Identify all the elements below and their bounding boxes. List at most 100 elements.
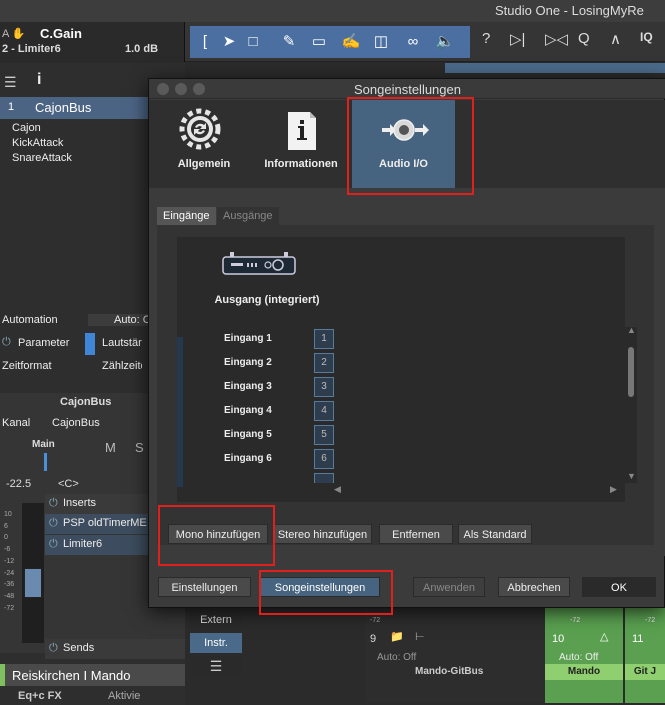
kanal-label: Kanal bbox=[2, 417, 31, 429]
input-channel-box[interactable]: 3 bbox=[314, 377, 334, 397]
input-row-5[interactable]: Eingang 5 5 bbox=[197, 425, 357, 445]
subtab-eingaenge[interactable]: Eingänge bbox=[157, 207, 216, 225]
power-icon[interactable]: ⏻ bbox=[2, 336, 11, 349]
input-row-4[interactable]: Eingang 4 4 bbox=[197, 401, 357, 421]
arrow-tool-icon[interactable]: ➤ bbox=[218, 30, 240, 54]
eraser-tool-icon[interactable]: ▭ bbox=[308, 30, 330, 54]
track-reiskirchen-mando[interactable]: Reiskirchen I Mando bbox=[0, 664, 185, 686]
range-icon[interactable]: [ bbox=[194, 30, 216, 54]
audio-interface-icon bbox=[222, 251, 296, 280]
set-default-button[interactable]: Als Standard bbox=[458, 524, 532, 544]
ok-button[interactable]: OK bbox=[582, 577, 656, 597]
level-value[interactable]: -22.5 bbox=[6, 478, 31, 490]
highlight-mono-button bbox=[158, 505, 275, 566]
power-icon[interactable]: ⏻ bbox=[49, 517, 58, 530]
meter-scale: -72 bbox=[570, 617, 581, 624]
scroll-down-icon[interactable]: ▼ bbox=[627, 471, 636, 481]
input-channel-box[interactable]: 4 bbox=[314, 401, 334, 421]
settings-button[interactable]: Einstellungen bbox=[158, 577, 251, 597]
automation-label: Automation bbox=[2, 314, 58, 326]
automation-mode[interactable]: Auto: C bbox=[88, 314, 148, 326]
input-channel-box[interactable]: 5 bbox=[314, 425, 334, 445]
parameter-value[interactable]: Lautstärk bbox=[102, 337, 142, 349]
speaker-icon[interactable]: 🔈 bbox=[434, 30, 456, 54]
info-icon[interactable]: i bbox=[37, 71, 41, 89]
folder-icon[interactable]: 📁 bbox=[390, 630, 404, 643]
input-channel-box[interactable]: 6 bbox=[314, 449, 334, 469]
bottom-row: Eq+c FX Aktivie bbox=[0, 687, 185, 705]
strip-name: Mando bbox=[545, 664, 623, 680]
timeline-ruler bbox=[445, 63, 665, 73]
input-channel-box-partial bbox=[314, 473, 334, 483]
dialog-titlebar: Songeinstellungen bbox=[149, 79, 665, 99]
eq-fx-label: Eq+c FX bbox=[18, 690, 62, 702]
volume-fader[interactable] bbox=[24, 568, 42, 598]
paint-tool-icon[interactable]: ✍ bbox=[340, 30, 362, 54]
cancel-button[interactable]: Abbrechen bbox=[498, 577, 570, 597]
meter-scale: -72 bbox=[645, 617, 656, 624]
solo-button[interactable]: S bbox=[135, 440, 144, 455]
channel-strip bbox=[177, 337, 183, 487]
tab-informationen[interactable]: Informationen bbox=[246, 100, 356, 188]
extern-button[interactable]: Extern bbox=[190, 610, 242, 630]
meter-scale: -72 bbox=[370, 617, 381, 624]
routing-icon[interactable]: ⊢ bbox=[415, 630, 425, 643]
list-icon[interactable]: ☰ bbox=[4, 74, 17, 91]
pencil-tool-icon[interactable]: ✎ bbox=[278, 30, 300, 54]
info-document-icon bbox=[246, 108, 356, 152]
mute-tool-icon[interactable]: ◫ bbox=[370, 30, 392, 54]
iq-icon[interactable]: IQ bbox=[640, 30, 653, 44]
split-tool-icon[interactable]: ∞ bbox=[402, 30, 424, 54]
pan-indicator bbox=[44, 453, 47, 471]
list-icon[interactable]: ☰ bbox=[190, 656, 242, 678]
power-icon[interactable]: ⏻ bbox=[49, 538, 58, 551]
range-select-icon[interactable]: □ bbox=[242, 30, 264, 54]
tab-label: Allgemein bbox=[177, 158, 231, 170]
zeitformat-value[interactable]: Zählzeite bbox=[102, 360, 142, 372]
track-info-panel: A ✋ C.Gain 2 - Limiter6 1.0 dB bbox=[0, 22, 185, 62]
input-row-6[interactable]: Eingang 6 6 bbox=[197, 449, 357, 469]
input-row-1[interactable]: Eingang 1 1 bbox=[197, 329, 357, 349]
scroll-right-icon[interactable]: ▶ bbox=[610, 484, 617, 495]
input-channel-box[interactable]: 1 bbox=[314, 329, 334, 349]
strip-number: 10 bbox=[552, 633, 565, 645]
app-title: Studio One - LosingMyRe bbox=[495, 3, 644, 18]
quantize-icon[interactable]: ▷◁ bbox=[545, 30, 568, 48]
folder-track-number: 1 bbox=[8, 101, 15, 113]
apply-button[interactable]: Anwenden bbox=[413, 577, 485, 597]
sends-header[interactable]: ⏻ Sends bbox=[45, 639, 185, 659]
input-channel-box[interactable]: 2 bbox=[314, 353, 334, 373]
instr-button[interactable]: Instr. bbox=[190, 633, 242, 653]
device-name: Ausgang (integriert) bbox=[214, 294, 320, 306]
folder-track-name: CajonBus bbox=[35, 100, 92, 115]
vertical-scrollbar[interactable]: ▲ ▼ bbox=[625, 325, 637, 483]
activate-label[interactable]: Aktivie bbox=[108, 690, 140, 702]
subtab-ausgaenge[interactable]: Ausgänge bbox=[217, 207, 279, 225]
scroll-left-icon[interactable]: ◀ bbox=[334, 484, 341, 495]
audio-io-content: Eingänge Ausgänge Ausgang (integriert) E… bbox=[149, 188, 665, 556]
audiobend-icon[interactable]: ▷| bbox=[510, 30, 525, 48]
fader-scale: 10 6 0 -6 -12 -24 -36 -48 -72 bbox=[4, 511, 15, 612]
help-icon[interactable]: ? bbox=[482, 30, 490, 47]
stereo-add-button[interactable]: Stereo hinzufügen bbox=[273, 524, 372, 544]
strip-auto[interactable]: Auto: Off bbox=[559, 652, 598, 663]
strip-number: 9 bbox=[370, 633, 377, 645]
scroll-up-icon[interactable]: ▲ bbox=[627, 325, 636, 335]
search-icon[interactable]: Q bbox=[578, 30, 590, 47]
pan-value[interactable]: <C> bbox=[58, 478, 79, 490]
mixer-strip-mando: 10 -72 △ Auto: Off Mando bbox=[545, 608, 623, 703]
power-icon[interactable]: ⏻ bbox=[49, 642, 58, 655]
tab-allgemein[interactable]: Allgemein bbox=[149, 100, 259, 188]
kanal-value[interactable]: CajonBus bbox=[52, 417, 100, 429]
mute-button[interactable]: M bbox=[105, 440, 116, 455]
power-icon[interactable]: ⏻ bbox=[49, 497, 58, 510]
horizontal-scrollbar[interactable]: ◀ ▶ bbox=[332, 483, 622, 497]
scroll-thumb[interactable] bbox=[628, 347, 634, 397]
snap-icon[interactable]: ∧ bbox=[610, 30, 621, 48]
input-row-2[interactable]: Eingang 2 2 bbox=[197, 353, 357, 373]
waveform-icon: △ bbox=[600, 631, 609, 643]
input-row-3[interactable]: Eingang 3 3 bbox=[197, 377, 357, 397]
remove-button[interactable]: Entfernen bbox=[379, 524, 453, 544]
strip-number: 11 bbox=[632, 633, 644, 645]
strip-auto[interactable]: Auto: Off bbox=[377, 652, 416, 663]
